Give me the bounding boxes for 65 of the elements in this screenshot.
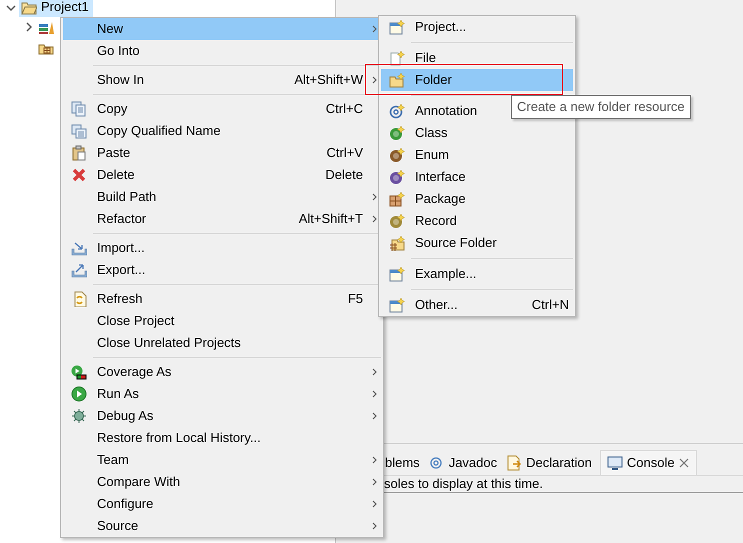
- copy-icon: [71, 101, 87, 117]
- menu-item[interactable]: Copy Ctrl+C: [63, 98, 381, 120]
- menu-item[interactable]: Project...: [381, 16, 573, 38]
- menu-item[interactable]: Build Path: [63, 186, 381, 208]
- record-icon: [389, 213, 405, 229]
- menu-item[interactable]: Record: [381, 210, 573, 232]
- enum-icon: [389, 147, 405, 163]
- import-icon: [71, 240, 87, 256]
- menu-item[interactable]: Configure: [63, 493, 381, 515]
- new-window-icon: [389, 266, 405, 282]
- tooltip: Create a new folder resource: [511, 95, 691, 118]
- run-icon: [71, 386, 87, 402]
- annotation-icon: [389, 103, 405, 119]
- source-folder-icon: [389, 235, 405, 251]
- menu-item[interactable]: Import...: [63, 237, 381, 259]
- console-icon: [606, 455, 623, 471]
- menu-item[interactable]: Run As: [63, 383, 381, 405]
- menu-item[interactable]: Refactor Alt+Shift+T: [63, 208, 381, 230]
- menu-item[interactable]: Show In Alt+Shift+W: [63, 69, 381, 91]
- menu-item[interactable]: Close Project: [63, 310, 381, 332]
- package-icon: [389, 191, 405, 207]
- menu-item[interactable]: Debug As: [63, 405, 381, 427]
- console-message: soles to display at this time.: [384, 475, 743, 493]
- menu-item[interactable]: Close Unrelated Projects: [63, 332, 381, 354]
- close-icon[interactable]: [678, 458, 689, 468]
- class-icon: [389, 125, 405, 141]
- menu-item[interactable]: Copy Qualified Name: [63, 120, 381, 142]
- menu-item[interactable]: Class: [381, 122, 573, 144]
- new-file-icon: [389, 50, 405, 66]
- tab[interactable]: Declaration: [505, 450, 600, 475]
- delete-icon: [71, 167, 87, 183]
- menu-item[interactable]: File: [381, 47, 573, 69]
- clipboard-icon: [71, 145, 87, 161]
- project-folder-icon: [21, 0, 37, 15]
- menu-item[interactable]: Go Into: [63, 40, 381, 62]
- tab[interactable]: blems: [384, 450, 428, 475]
- menu-item[interactable]: Team: [63, 449, 381, 471]
- interface-icon: [389, 169, 405, 185]
- menu-item[interactable]: Interface: [381, 166, 573, 188]
- export-icon: [71, 262, 87, 278]
- menu-item[interactable]: New: [63, 18, 381, 40]
- menu-item[interactable]: Folder: [381, 69, 573, 91]
- tab[interactable]: Javadoc: [428, 450, 506, 475]
- menu-item[interactable]: Coverage As: [63, 361, 381, 383]
- new-folder-icon: [389, 72, 405, 88]
- menu-item[interactable]: Source: [63, 515, 381, 537]
- menu-item[interactable]: Other... Ctrl+N: [381, 294, 573, 316]
- menu-item[interactable]: Compare With: [63, 471, 381, 493]
- new-window-icon: [389, 297, 405, 313]
- copy-icon: [71, 123, 87, 139]
- menu-item[interactable]: Enum: [381, 144, 573, 166]
- bug-icon: [71, 408, 87, 424]
- menu-item[interactable]: Source Folder: [381, 232, 573, 254]
- declaration-icon: [506, 454, 522, 470]
- tree-item[interactable]: Project1: [19, 0, 93, 17]
- new-window-icon: [389, 19, 405, 35]
- coverage-icon: [71, 364, 87, 380]
- menu-item[interactable]: Export...: [63, 259, 381, 281]
- menu-item[interactable]: Delete Delete: [63, 164, 381, 186]
- menu-item[interactable]: Restore from Local History...: [63, 427, 381, 449]
- menu-item[interactable]: Paste Ctrl+V: [63, 142, 381, 164]
- menu-item[interactable]: Example...: [381, 263, 573, 285]
- tab[interactable]: Console: [600, 450, 697, 475]
- menu-item[interactable]: Package: [381, 188, 573, 210]
- menu-item[interactable]: Refresh F5: [63, 288, 381, 310]
